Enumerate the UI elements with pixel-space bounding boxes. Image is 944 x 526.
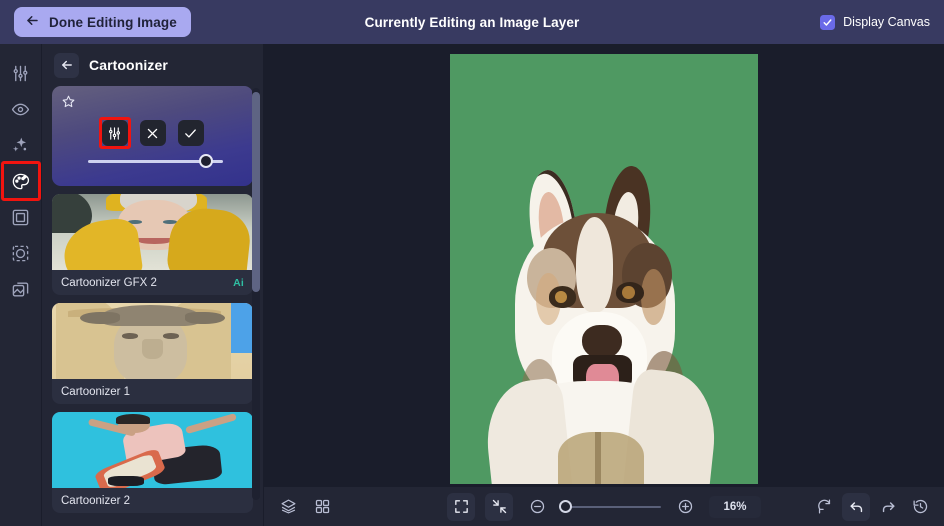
rail-item-mask[interactable] (4, 236, 38, 270)
rail-item-adjust[interactable] (4, 56, 38, 90)
active-card-buttons (52, 117, 253, 149)
zoom-slider-track (561, 505, 661, 508)
checkbox-checked-icon[interactable] (820, 14, 836, 30)
effect-cancel-button[interactable] (139, 120, 166, 146)
effect-settings-button[interactable] (98, 117, 131, 149)
fit-to-screen-icon (491, 498, 508, 515)
adjustments-sliders-icon (11, 64, 30, 83)
tool-rail (0, 44, 42, 526)
panel-scrollbar[interactable] (252, 88, 260, 500)
adjustments-sliders-icon (107, 126, 122, 141)
effect-name: Cartoonizer GFX 2 (61, 276, 157, 289)
zoom-level-value[interactable]: 16% (709, 495, 761, 518)
rail-item-duplicate[interactable] (4, 272, 38, 306)
grid-view-toggle-button[interactable] (308, 493, 336, 521)
check-icon (183, 126, 198, 141)
layers-icon (280, 498, 297, 515)
active-effect-card[interactable] (52, 86, 253, 186)
redo-icon (880, 498, 897, 515)
eye-icon (11, 100, 30, 119)
rail-item-visibility[interactable] (4, 92, 38, 126)
grid-icon (314, 498, 331, 515)
effect-thumbnail (52, 303, 253, 379)
sparkles-icon (11, 136, 30, 155)
zoom-out-minus-icon (529, 498, 546, 515)
image-canvas[interactable] (450, 54, 758, 484)
display-canvas-label: Display Canvas (843, 15, 930, 29)
effect-item-cartoonizer-1[interactable]: Cartoonizer 1 (52, 303, 253, 404)
effect-name: Cartoonizer 1 (61, 385, 131, 398)
bottom-toolbar: 16% (264, 486, 944, 526)
zoom-in-plus-icon (677, 498, 694, 515)
husky-artwork (450, 54, 758, 484)
expand-fullscreen-icon (453, 498, 470, 515)
close-x-icon (145, 126, 160, 141)
panel-title: Cartoonizer (89, 57, 168, 73)
bottom-toolbar-left (274, 493, 336, 521)
canvas-stage: 16% (264, 44, 944, 526)
effect-footer: Cartoonizer 1 (52, 379, 253, 404)
zoom-out-button[interactable] (523, 493, 551, 521)
zoom-slider-knob[interactable] (559, 500, 572, 513)
rail-item-effects-ai[interactable] (4, 128, 38, 162)
rail-item-frame[interactable] (4, 200, 38, 234)
effect-footer: Cartoonizer GFX 2 Ai (52, 270, 253, 295)
star-outline-icon[interactable] (61, 94, 76, 109)
palette-icon (11, 172, 30, 191)
zoom-slider[interactable] (559, 499, 661, 515)
effect-thumbnail (52, 194, 253, 270)
frame-icon (11, 208, 30, 227)
effect-thumbnail (52, 412, 253, 488)
history-clock-icon (912, 498, 929, 515)
bottom-toolbar-right (810, 492, 934, 521)
reset-rotate-icon (816, 498, 833, 515)
mask-icon (11, 244, 30, 263)
undo-button[interactable] (842, 492, 870, 521)
zoom-in-button[interactable] (671, 493, 699, 521)
display-canvas-toggle[interactable]: Display Canvas (820, 0, 930, 44)
effect-apply-button[interactable] (177, 120, 204, 146)
arrow-left-icon (25, 13, 40, 31)
panel-back-button[interactable] (54, 52, 79, 78)
effect-item-cartoonizer-2[interactable]: Cartoonizer 2 (52, 412, 253, 513)
canvas-viewport[interactable] (264, 44, 944, 486)
effect-strength-slider[interactable] (88, 153, 223, 169)
scrollbar-thumb[interactable] (252, 92, 260, 292)
duplicate-layers-icon (11, 280, 30, 299)
done-editing-image-button[interactable]: Done Editing Image (14, 7, 191, 37)
redo-button[interactable] (874, 493, 902, 521)
rail-item-artistic-palette[interactable] (0, 161, 41, 201)
effect-footer: Cartoonizer 2 (52, 488, 253, 513)
undo-icon (848, 498, 865, 515)
slider-knob[interactable] (198, 154, 213, 168)
effects-panel: Cartoonizer Cartoonizer GFX 2 Ai Cartoon… (42, 44, 264, 526)
reset-button[interactable] (810, 493, 838, 521)
arrow-left-icon (61, 60, 72, 70)
layers-panel-toggle-button[interactable] (274, 493, 302, 521)
effects-list: Cartoonizer GFX 2 Ai Cartoonizer 1 Carto… (42, 86, 263, 526)
fit-to-screen-button[interactable] (485, 492, 513, 521)
image-editor-app: Done Editing Image Currently Editing an … (0, 0, 944, 526)
top-bar: Done Editing Image Currently Editing an … (0, 0, 944, 44)
panel-header: Cartoonizer (42, 44, 263, 86)
done-editing-image-label: Done Editing Image (49, 14, 177, 30)
fullscreen-toggle-button[interactable] (447, 492, 475, 521)
effect-item-cartoonizer-gfx-2[interactable]: Cartoonizer GFX 2 Ai (52, 194, 253, 295)
ai-badge: Ai (233, 276, 244, 289)
effect-name: Cartoonizer 2 (61, 494, 131, 507)
editor-body: Cartoonizer Cartoonizer GFX 2 Ai Cartoon… (0, 44, 944, 526)
history-button[interactable] (906, 493, 934, 521)
